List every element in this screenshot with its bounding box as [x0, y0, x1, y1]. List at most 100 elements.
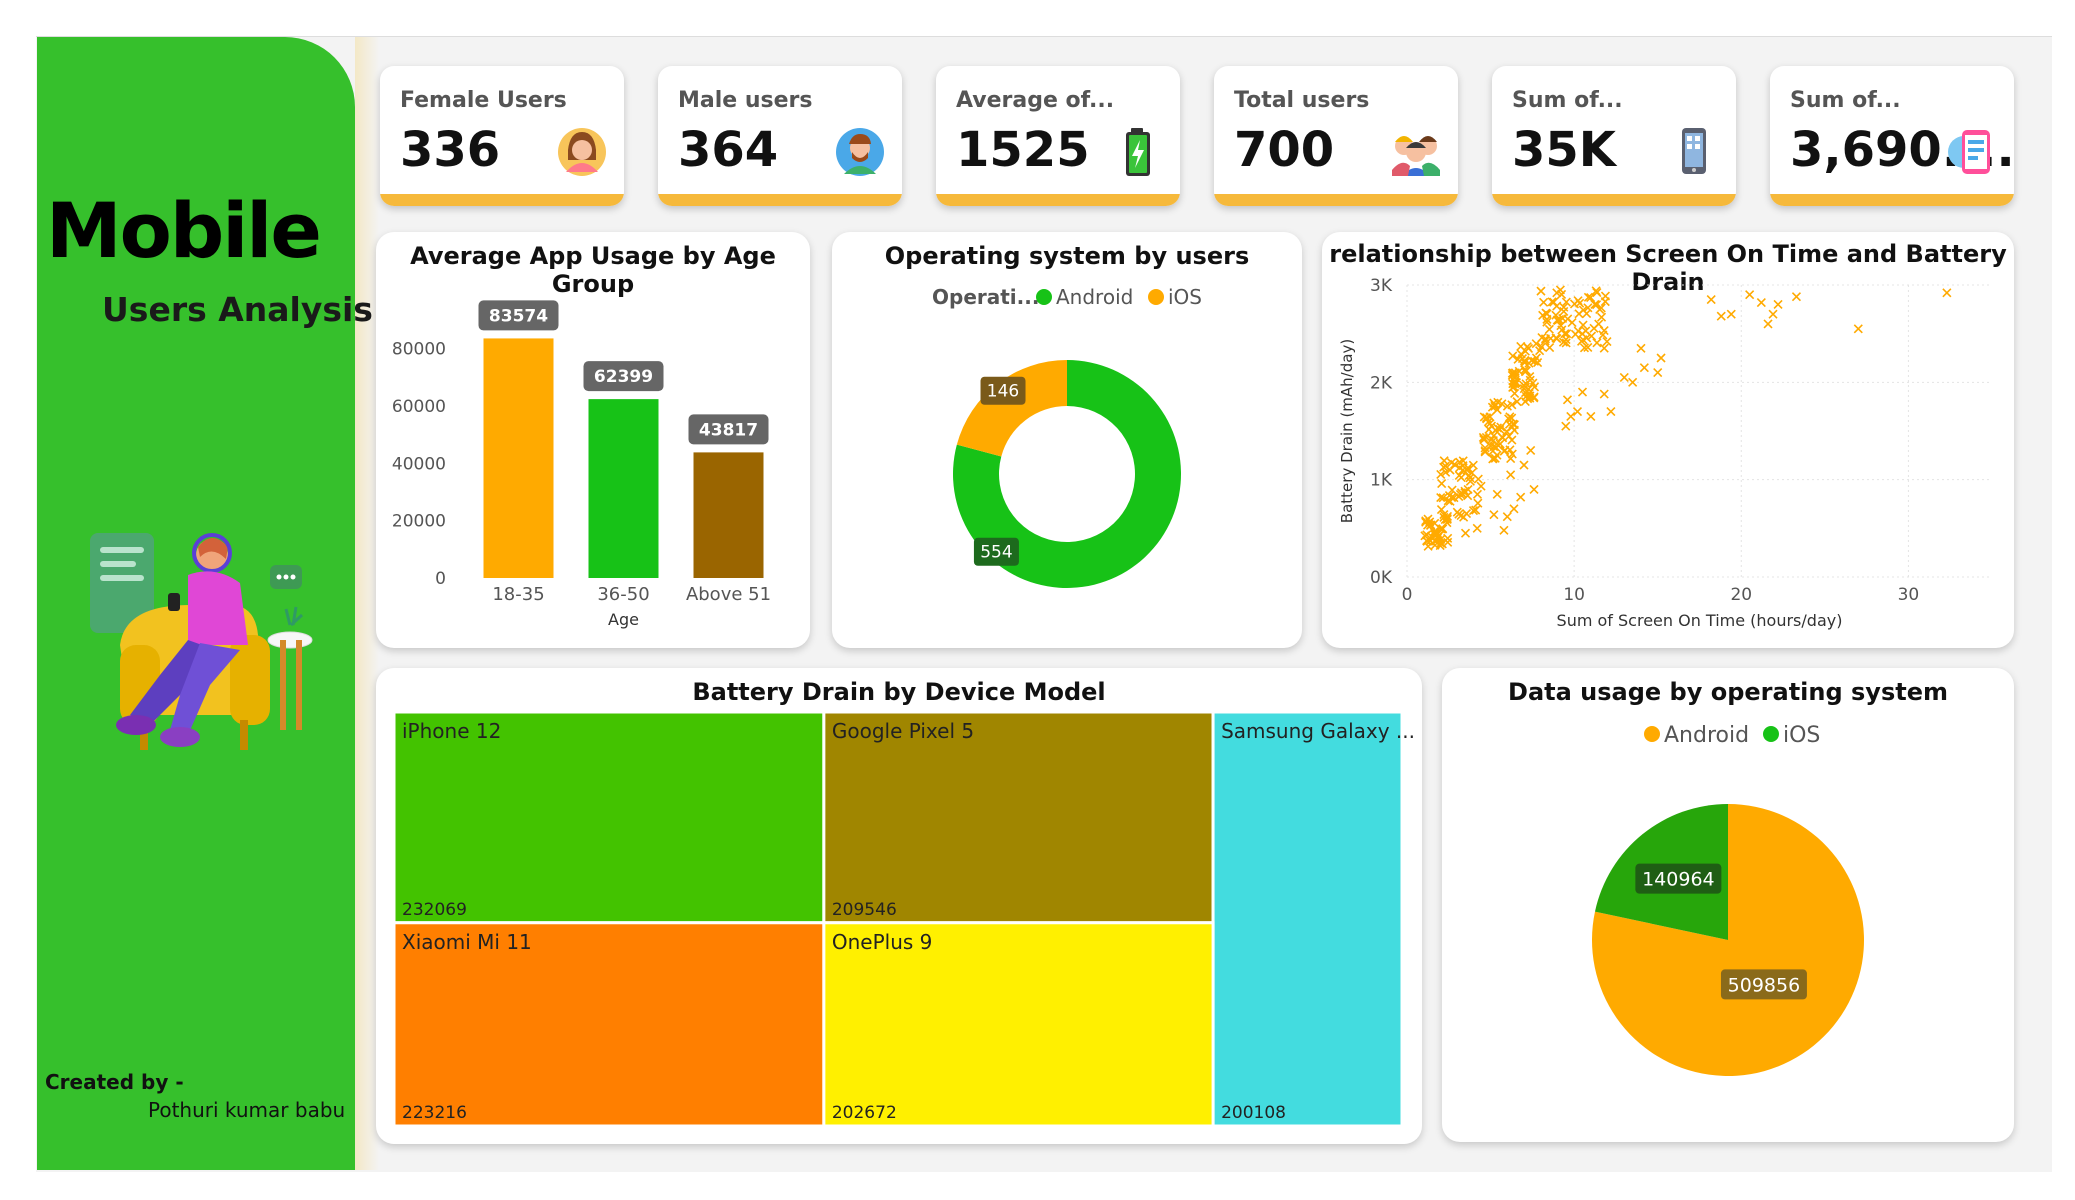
donut-slice-iOS	[956, 360, 1067, 457]
x-axis-title: Age	[608, 610, 639, 629]
scatter-point	[1773, 299, 1783, 310]
scatter-point	[1516, 492, 1526, 502]
scatter-point	[1509, 504, 1519, 514]
kpi-card-male-users: Male users 364	[658, 66, 902, 206]
y-tick-label: 0K	[1370, 568, 1393, 588]
scatter-point	[1510, 388, 1520, 398]
kpi-value: 1525	[956, 122, 1090, 178]
scatter-point	[1606, 406, 1616, 417]
scatter-point	[1577, 387, 1588, 397]
dashboard-title: Mobile	[46, 186, 322, 275]
scatter-point	[1756, 297, 1766, 308]
scatter-point	[1586, 411, 1596, 421]
scatter-point	[1639, 363, 1649, 373]
y-tick-label: 20000	[392, 512, 446, 532]
scatter-point	[1716, 311, 1726, 321]
kpi-label: Average of...	[956, 88, 1115, 113]
tile-value: 223216	[402, 1103, 467, 1123]
scatter-point	[1653, 368, 1663, 378]
created-by-label: Created by -	[45, 1070, 184, 1094]
kpi-label: Total users	[1234, 88, 1370, 113]
author-name: Pothuri kumar babu	[148, 1098, 346, 1122]
scatter-point	[1599, 389, 1609, 399]
treemap-tile	[1211, 710, 1404, 1128]
legend-marker	[1036, 289, 1052, 305]
x-axis-title: Sum of Screen On Time (hours/day)	[1557, 611, 1843, 630]
y-tick-label: 0	[435, 569, 446, 589]
scatter-point	[1589, 323, 1599, 333]
kpi-accent-bar	[1214, 194, 1458, 206]
scatter-point	[1745, 290, 1755, 300]
tile-label: Google Pixel 5	[832, 719, 974, 743]
data-label: 146	[987, 382, 1019, 402]
data-label: 83574	[489, 306, 548, 326]
scatter-point	[1519, 460, 1529, 470]
x-tick-label: 18-35	[492, 584, 544, 605]
scatter-point	[1763, 319, 1773, 329]
data-label: 509856	[1728, 974, 1801, 996]
scatter-point	[1853, 324, 1863, 334]
screen-battery-scatter-chart: 0K 1K 2K 3K 0 10 20 30 Sum of Screen On Time (ho…	[1338, 276, 1992, 630]
scatter-point	[1572, 406, 1583, 417]
scatter-point	[1536, 286, 1546, 296]
tile-value: 200108	[1221, 1103, 1286, 1123]
female-avatar-icon	[558, 128, 606, 176]
kpi-accent-bar	[658, 194, 902, 206]
y-axis-title: Battery Drain (mAh/day)	[1338, 339, 1356, 523]
scatter-point	[1492, 450, 1502, 460]
users-group-icon	[1392, 136, 1440, 176]
scatter-point	[1529, 484, 1539, 494]
x-tick-label: Above 51	[686, 584, 771, 605]
scatter-point	[1460, 528, 1471, 538]
scatter-point	[1499, 525, 1509, 535]
scatter-point	[1942, 288, 1952, 298]
legend-label: Android	[1664, 723, 1749, 748]
scatter-point	[1506, 470, 1516, 480]
tile-value: 232069	[402, 900, 467, 920]
kpi-card-sum-screen-time: Sum of... 35K	[1492, 66, 1736, 206]
x-tick-label: 30	[1898, 585, 1920, 605]
scatter-point	[1561, 421, 1571, 431]
data-usage-card: Data usage by operating system Android iO…	[1442, 668, 2014, 1142]
scatter-point	[1768, 309, 1778, 319]
tile-label: Xiaomi Mi 11	[402, 930, 532, 954]
scatter-point	[1592, 338, 1602, 348]
scatter-point	[1563, 314, 1573, 324]
tile-label: Samsung Galaxy ...	[1221, 719, 1415, 743]
y-tick-label: 60000	[392, 397, 446, 417]
scatter-point	[1706, 295, 1716, 305]
kpi-accent-bar	[380, 194, 624, 206]
kpi-label: Female Users	[400, 88, 567, 113]
scatter-point	[1636, 343, 1646, 353]
data-label: 140964	[1642, 869, 1715, 891]
data-label: 554	[980, 543, 1012, 563]
kpi-value: 364	[678, 122, 779, 178]
treemap-tile	[392, 710, 826, 925]
age-usage-card: Average App Usage by Age Group 0 20000 400…	[376, 232, 810, 648]
y-tick-label: 40000	[392, 454, 446, 474]
scatter-point	[1456, 472, 1466, 483]
x-tick-label: 36-50	[597, 584, 649, 605]
age-usage-bar-chart: 0 20000 40000 60000 80000 83574 18-35 62399 36-5…	[392, 300, 771, 629]
scatter-point	[1628, 377, 1638, 387]
battery-model-treemap: iPhone 12 232069 Google Pixel 5 209546 Samsu…	[392, 710, 1415, 1128]
os-users-donut-chart: Operati... Android iOS 554 146	[932, 285, 1202, 588]
legend-label: iOS	[1783, 723, 1820, 748]
scatter-point	[1486, 421, 1497, 431]
os-users-card: Operating system by users Operati... Andr…	[832, 232, 1302, 648]
kpi-accent-bar	[1492, 194, 1736, 206]
kpi-accent-bar	[936, 194, 1180, 206]
tile-label: OnePlus 9	[832, 930, 933, 954]
scatter-point	[1573, 296, 1583, 306]
scatter-point	[1472, 489, 1483, 499]
scatter-point	[1539, 297, 1549, 307]
battery-model-card: Battery Drain by Device Model iPhone 12 2…	[376, 668, 1422, 1144]
scatter-point	[1566, 411, 1576, 421]
scatter-point	[1559, 306, 1569, 317]
dashboard-subtitle: Users Analysis	[102, 290, 373, 329]
data-label: 43817	[699, 420, 758, 440]
scatter-point	[1476, 481, 1486, 491]
bar-Above 51	[693, 452, 764, 578]
treemap-tile	[822, 710, 1215, 925]
kpi-value: 35K	[1512, 122, 1616, 178]
